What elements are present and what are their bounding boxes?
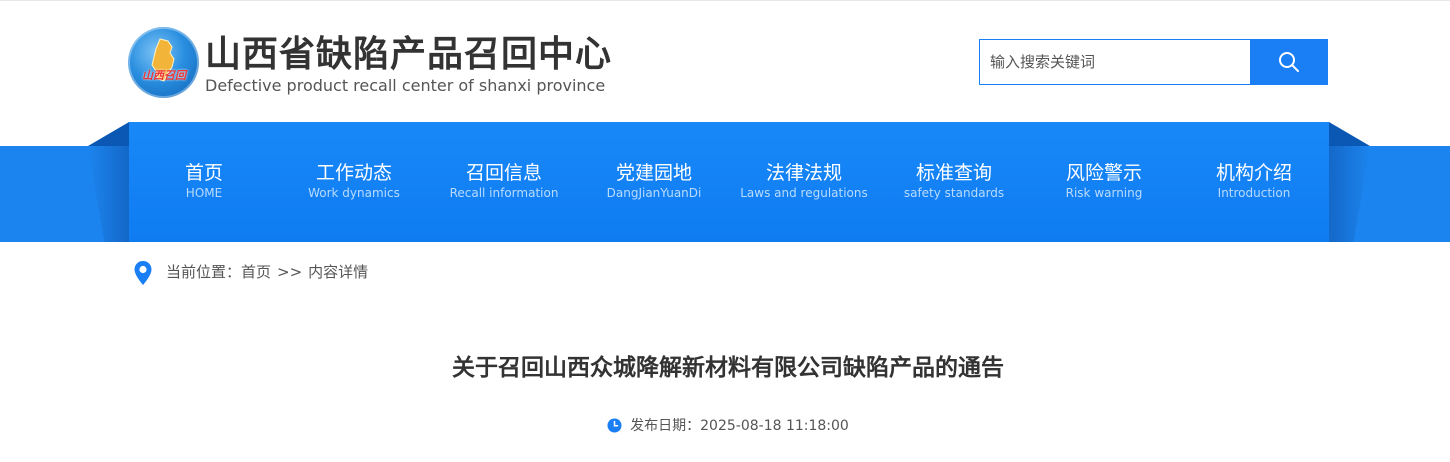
nav-item-sublabel: Risk warning xyxy=(1065,186,1143,200)
nav-item-label: 标准查询 xyxy=(915,162,992,184)
nav-item-label: 机构介绍 xyxy=(1215,162,1292,184)
nav-item-label: 工作动态 xyxy=(315,162,392,184)
nav-item-recall-information[interactable]: 召回信息 Recall information xyxy=(429,122,579,242)
clock-icon xyxy=(607,418,622,433)
top-divider xyxy=(0,0,1450,1)
publish-date-label: 发布日期： xyxy=(630,418,701,434)
nav-item-sublabel: HOME xyxy=(185,186,223,200)
nav-item-party-building[interactable]: 党建园地 DangJianYuanDi xyxy=(579,122,729,242)
site-title: 山西省缺陷产品召回中心 xyxy=(205,34,613,75)
nav-item-work-dynamics[interactable]: 工作动态 Work dynamics xyxy=(279,122,429,242)
nav-item-sublabel: Laws and regulations xyxy=(740,186,868,200)
nav-item-laws[interactable]: 法律法规 Laws and regulations xyxy=(729,122,879,242)
logo-text: 山西召回 xyxy=(142,69,186,82)
search-input[interactable] xyxy=(979,39,1260,85)
breadcrumb-home-link[interactable]: 首页 xyxy=(241,263,271,281)
location-pin-icon xyxy=(134,261,152,285)
nav-item-sublabel: DangJianYuanDi xyxy=(606,186,702,200)
article-title: 关于召回山西众城降解新材料有限公司缺陷产品的通告 xyxy=(452,355,1004,381)
nav-item-sublabel: Recall information xyxy=(449,186,559,200)
search-box xyxy=(979,39,1328,85)
nav-item-label: 风险警示 xyxy=(1065,162,1142,184)
main-nav: 首页 HOME 工作动态 Work dynamics 召回信息 Recall i… xyxy=(129,122,1329,242)
nav-item-standards[interactable]: 标准查询 safety standards xyxy=(879,122,1029,242)
search-icon xyxy=(1279,52,1299,72)
breadcrumb-separator: >> xyxy=(277,263,303,281)
nav-item-label: 首页 xyxy=(184,162,223,184)
nav-item-label: 法律法规 xyxy=(765,162,842,184)
nav-item-sublabel: Introduction xyxy=(1217,186,1291,200)
nav-ribbon-left xyxy=(88,122,129,146)
site-logo[interactable]: 山西召回 xyxy=(128,27,199,98)
nav-item-home[interactable]: 首页 HOME xyxy=(129,122,279,242)
nav-item-label: 召回信息 xyxy=(465,162,542,184)
search-button[interactable] xyxy=(1250,39,1328,85)
nav-item-sublabel: Work dynamics xyxy=(308,186,400,200)
breadcrumb-prefix: 当前位置： xyxy=(166,263,242,281)
publish-date-value: 2025-08-18 11:18:00 xyxy=(700,418,849,434)
nav-item-label: 党建园地 xyxy=(615,162,692,184)
nav-item-introduction[interactable]: 机构介绍 Introduction xyxy=(1179,122,1329,242)
publish-date: 发布日期：2025-08-18 11:18:00 xyxy=(0,416,1450,436)
breadcrumb: 当前位置：首页 >> 内容详情 xyxy=(166,262,368,282)
nav-ribbon-right xyxy=(1329,122,1370,146)
nav-item-sublabel: safety standards xyxy=(903,186,1005,200)
site-subtitle: Defective product recall center of shanx… xyxy=(205,76,606,95)
breadcrumb-current: 内容详情 xyxy=(308,263,369,281)
nav-item-risk-warning[interactable]: 风险警示 Risk warning xyxy=(1029,122,1179,242)
